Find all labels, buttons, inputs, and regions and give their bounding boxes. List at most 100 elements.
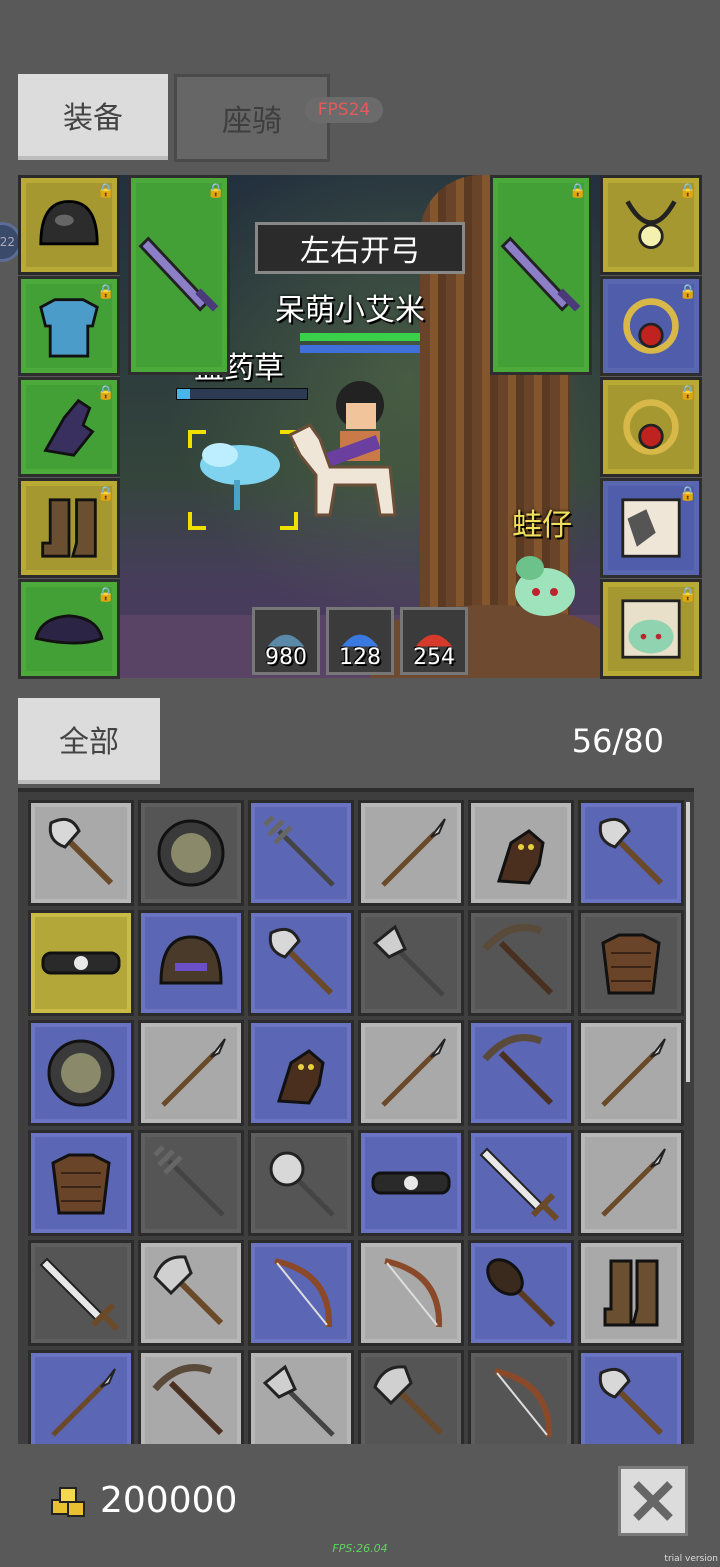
sword-icon	[479, 1147, 560, 1222]
pet-name: 蛙仔	[512, 508, 572, 543]
equip-slot-ring-2[interactable]: 🔒	[600, 377, 702, 477]
lock-icon: 🔒	[679, 183, 697, 199]
inventory-item[interactable]	[578, 1350, 684, 1444]
equip-slot-chest[interactable]: 🔒	[18, 276, 120, 376]
inventory-item[interactable]	[138, 800, 244, 906]
inventory-item[interactable]	[578, 1020, 684, 1126]
equip-slot-weapon-right[interactable]: 🔒	[490, 175, 592, 375]
inventory-item[interactable]	[138, 1350, 244, 1444]
inventory-item[interactable]	[248, 910, 354, 1016]
inventory-item[interactable]	[468, 1350, 574, 1444]
equip-slot-pet[interactable]: 🔒	[600, 579, 702, 679]
inventory-item[interactable]	[358, 800, 464, 906]
inventory-item[interactable]	[28, 1350, 134, 1444]
tab-equipment[interactable]: 装备	[18, 74, 168, 160]
spear-icon	[601, 1148, 666, 1217]
inventory-item[interactable]	[248, 1020, 354, 1126]
inventory-item[interactable]	[468, 1240, 574, 1346]
inventory-item[interactable]	[578, 1240, 684, 1346]
belt-icon	[371, 1171, 451, 1195]
equip-slot-amulet[interactable]: 🔒	[600, 175, 702, 275]
lock-icon: 🔒	[679, 284, 697, 300]
trident-icon	[153, 1145, 225, 1217]
lock-icon: 🔒	[97, 486, 115, 502]
inventory-item[interactable]	[138, 1240, 244, 1346]
axe-icon	[48, 817, 114, 886]
inventory-item[interactable]	[28, 1240, 134, 1346]
inventory-item[interactable]	[28, 800, 134, 906]
inventory-item[interactable]	[248, 1350, 354, 1444]
axe-icon	[598, 1367, 664, 1436]
inventory-item[interactable]	[358, 1240, 464, 1346]
halberd-icon	[372, 924, 445, 997]
inventory-item[interactable]	[358, 1020, 464, 1126]
inventory-item[interactable]	[578, 910, 684, 1016]
shield-icon	[157, 819, 225, 887]
monster-hp-bar	[176, 388, 308, 400]
pickaxe-icon	[482, 924, 554, 996]
inventory-item[interactable]	[468, 910, 574, 1016]
equip-slot-mount[interactable]: 🔒	[600, 478, 702, 578]
spear-icon	[51, 1368, 116, 1437]
equip-slot-hat[interactable]: 🔒	[18, 579, 120, 679]
inventory-item[interactable]	[28, 1020, 134, 1126]
trident-icon	[263, 815, 335, 887]
bow-icon	[384, 1258, 443, 1328]
inventory-scrollbar[interactable]	[686, 802, 690, 1082]
tab-mount[interactable]: 座骑	[174, 74, 330, 162]
double-axe-icon	[373, 1365, 444, 1436]
inventory-item[interactable]	[468, 1130, 574, 1236]
spear-icon	[161, 1038, 226, 1107]
inventory-item[interactable]	[248, 1240, 354, 1346]
pickaxe-icon	[152, 1364, 224, 1436]
spear-icon	[381, 1038, 446, 1107]
inventory-item[interactable]	[578, 1130, 684, 1236]
player-mp-bar	[300, 345, 420, 353]
club-icon	[486, 1258, 556, 1328]
inventory-item[interactable]	[28, 1130, 134, 1236]
equip-slot-helmet[interactable]: 🔒	[18, 175, 120, 275]
shield-icon	[47, 1039, 115, 1107]
axe-icon	[268, 927, 334, 996]
fps-counter: FPS:26.04	[332, 1542, 388, 1555]
trial-label: trial version	[664, 1554, 718, 1564]
equip-slot-gloves[interactable]: 🔒	[18, 377, 120, 477]
inventory-item[interactable]	[358, 1130, 464, 1236]
inventory-item[interactable]	[138, 1130, 244, 1236]
inventory-item[interactable]	[138, 1020, 244, 1126]
equip-slot-weapon-left[interactable]: 🔒	[128, 175, 230, 375]
axe-icon	[598, 817, 664, 886]
chest-armor-icon	[51, 1153, 111, 1215]
equip-slot-boots[interactable]: 🔒	[18, 478, 120, 578]
lock-icon: 🔒	[569, 183, 587, 199]
bow-icon	[494, 1368, 553, 1438]
sword-icon	[500, 236, 581, 312]
skill-name-box: 左右开弓	[255, 222, 465, 274]
inventory-item[interactable]	[248, 1130, 354, 1236]
gold-amount: 200000	[100, 1480, 238, 1521]
tab-all-items[interactable]: 全部	[18, 698, 160, 784]
double-axe-icon	[153, 1255, 224, 1326]
inventory-item[interactable]	[28, 910, 134, 1016]
belt-icon	[41, 951, 121, 975]
lock-icon: 🔒	[97, 183, 115, 199]
lock-icon: 🔒	[97, 284, 115, 300]
inventory-item[interactable]	[468, 1020, 574, 1126]
gloves-icon	[496, 829, 545, 885]
inventory-item[interactable]	[358, 910, 464, 1016]
inventory-item[interactable]	[578, 800, 684, 906]
lock-icon: 🔒	[679, 385, 697, 401]
player-hp-bar	[300, 333, 420, 341]
equip-slot-ring-1[interactable]: 🔒	[600, 276, 702, 376]
close-icon	[633, 1481, 673, 1521]
inventory-item[interactable]	[138, 910, 244, 1016]
inventory-item[interactable]	[248, 800, 354, 906]
fps-badge: FPS24	[305, 97, 383, 123]
stat-attack: 254	[400, 607, 468, 675]
halberd-icon	[262, 1364, 335, 1437]
close-button[interactable]	[618, 1466, 688, 1536]
inventory-item[interactable]	[358, 1350, 464, 1444]
inventory-panel[interactable]	[18, 788, 694, 1444]
stat-defense: 980	[252, 607, 320, 675]
inventory-item[interactable]	[468, 800, 574, 906]
